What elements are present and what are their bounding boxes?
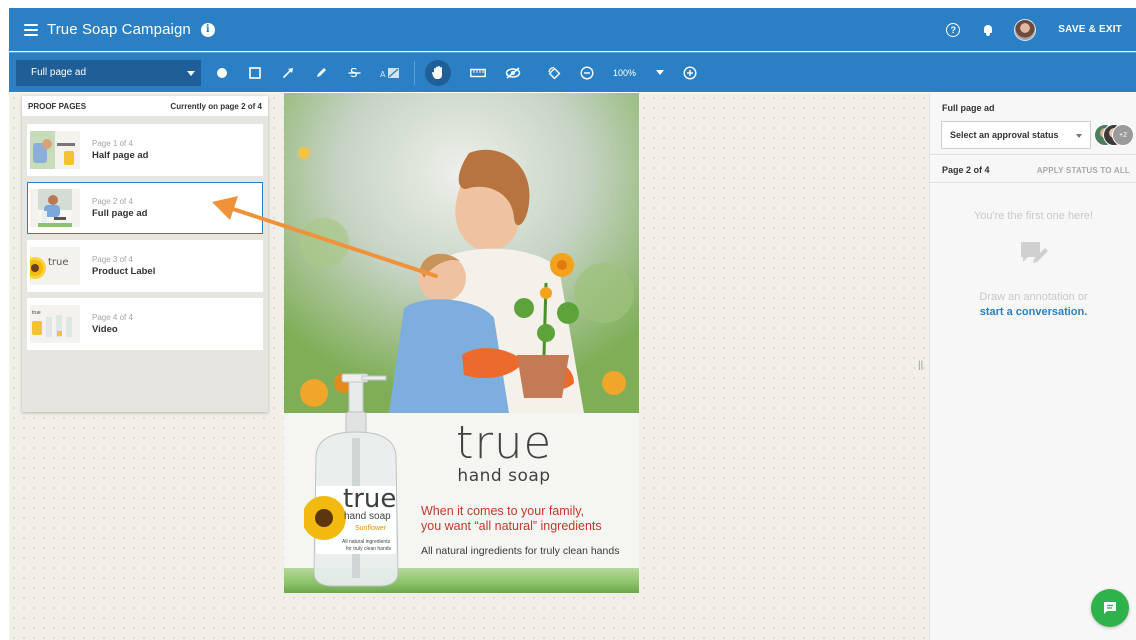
proof-page-item-2[interactable]: Page 2 of 4 Full page ad [27,182,263,234]
chat-bubble-icon [1021,242,1048,263]
page-number: Page 2 of 4 [92,197,133,206]
pencil-tool-icon[interactable] [314,66,328,80]
page-name: Video [92,324,118,335]
campaign-title: True Soap Campaign [47,21,191,38]
bottle-tagline: hand soap [344,511,391,522]
page-selector-value: Full page ad [31,67,87,78]
hide-annotations-icon[interactable] [505,66,521,80]
page-thumbnail: true [30,305,80,343]
sidebar-title: Full page ad [942,103,995,113]
strikethrough-tool-icon[interactable]: S [347,66,361,80]
text-replace-tool-icon[interactable]: A [380,66,400,80]
proof-page-item-3[interactable]: true Page 3 of 4 Product Label [27,240,263,292]
zoom-level[interactable]: 100% [613,68,636,78]
arrow-tool-icon[interactable] [281,66,295,80]
empty-state-text: Draw an annotation or [979,291,1088,303]
reviewer-avatars[interactable]: +2 [1094,124,1134,146]
menu-icon[interactable] [24,23,38,36]
bottle-variant: Sunflower [355,525,387,532]
ad-brand-tagline: hand soap [457,466,551,486]
empty-state-heading: You're the first one here! [973,210,1094,222]
chevron-down-icon [187,70,195,76]
page-number: Page 4 of 4 [92,313,133,322]
rotate-icon[interactable] [547,66,561,80]
help-icon[interactable]: ? [946,22,961,37]
chevron-down-icon [1076,134,1082,138]
pan-tool-button[interactable] [425,59,451,86]
panel-resize-handle[interactable]: || [918,360,923,371]
circle-tool-icon[interactable] [215,66,229,80]
proof-page-item-4[interactable]: true Page 4 of 4 Video [27,298,263,350]
info-icon[interactable]: i [200,22,215,37]
divider [930,182,1136,183]
current-page-indicator: Currently on page 2 of 4 [170,101,262,111]
more-reviewers-badge[interactable]: +2 [1112,124,1134,146]
notification-bell-icon[interactable] [982,24,994,36]
app-header: True Soap Campaign i ? SAVE & EXIT [9,8,1136,51]
bottle-small-text-1: All natural ingredients [342,539,391,545]
thumb-true-text: true [48,257,69,268]
proof-pages-panel: PROOF PAGES Currently on page 2 of 4 Pag… [22,96,268,412]
ad-brand-logo: true [455,416,553,469]
svg-text:A: A [380,70,386,79]
page-name: Full page ad [92,208,148,219]
page-thumbnail [30,189,80,227]
ad-headline-line-2: you want “all natural” ingredients [421,519,602,533]
ad-proof-image[interactable]: true hand soap Sunflower All natural ing… [284,93,639,593]
ad-subline: All natural ingredients for truly clean … [421,545,620,557]
current-page-label: Page 2 of 4 [942,165,990,175]
hand-icon [432,66,442,79]
page-thumbnail: true [30,247,80,285]
ad-photo [284,93,639,413]
bottle-brand: true [343,484,397,514]
ruler-icon[interactable] [470,66,486,80]
proof-pages-heading: PROOF PAGES [28,101,87,111]
review-sidebar: Full page ad Select an approval status +… [929,93,1136,640]
approval-status-placeholder: Select an approval status [950,130,1059,140]
start-conversation-link[interactable]: start a conversation. [930,305,1136,320]
annotation-toolbar: Full page ad S A 100% [9,52,1136,92]
page-name: Half page ad [92,150,149,161]
approval-status-select[interactable]: Select an approval status [941,121,1091,149]
bottle-small-text-2: for truly clean hands [346,546,392,552]
page-number: Page 3 of 4 [92,255,133,264]
chat-fab-button[interactable] [1091,589,1129,627]
page-name: Product Label [92,266,156,277]
zoom-chevron-down-icon[interactable] [656,70,665,75]
message-icon [1104,602,1116,614]
page-selector[interactable]: Full page ad [16,59,201,86]
page-number: Page 1 of 4 [92,139,133,148]
rectangle-tool-icon[interactable] [248,66,262,80]
ad-headline-line-1: When it comes to your family, [421,504,585,518]
proof-page-item-1[interactable]: Page 1 of 4 Half page ad [27,124,263,176]
user-avatar[interactable] [1014,18,1037,41]
zoom-in-icon[interactable] [683,65,697,80]
divider [930,154,1136,155]
save-exit-button[interactable]: SAVE & EXIT [1058,24,1122,35]
apply-status-to-all-button[interactable]: APPLY STATUS TO ALL [1037,166,1130,175]
zoom-out-icon[interactable] [580,65,594,80]
toolbar-divider [414,60,415,85]
page-thumbnail [30,131,80,169]
thumb-true-text: true [32,310,41,316]
mother-child-illustration [284,93,639,413]
soap-bottle-illustration [304,373,399,587]
